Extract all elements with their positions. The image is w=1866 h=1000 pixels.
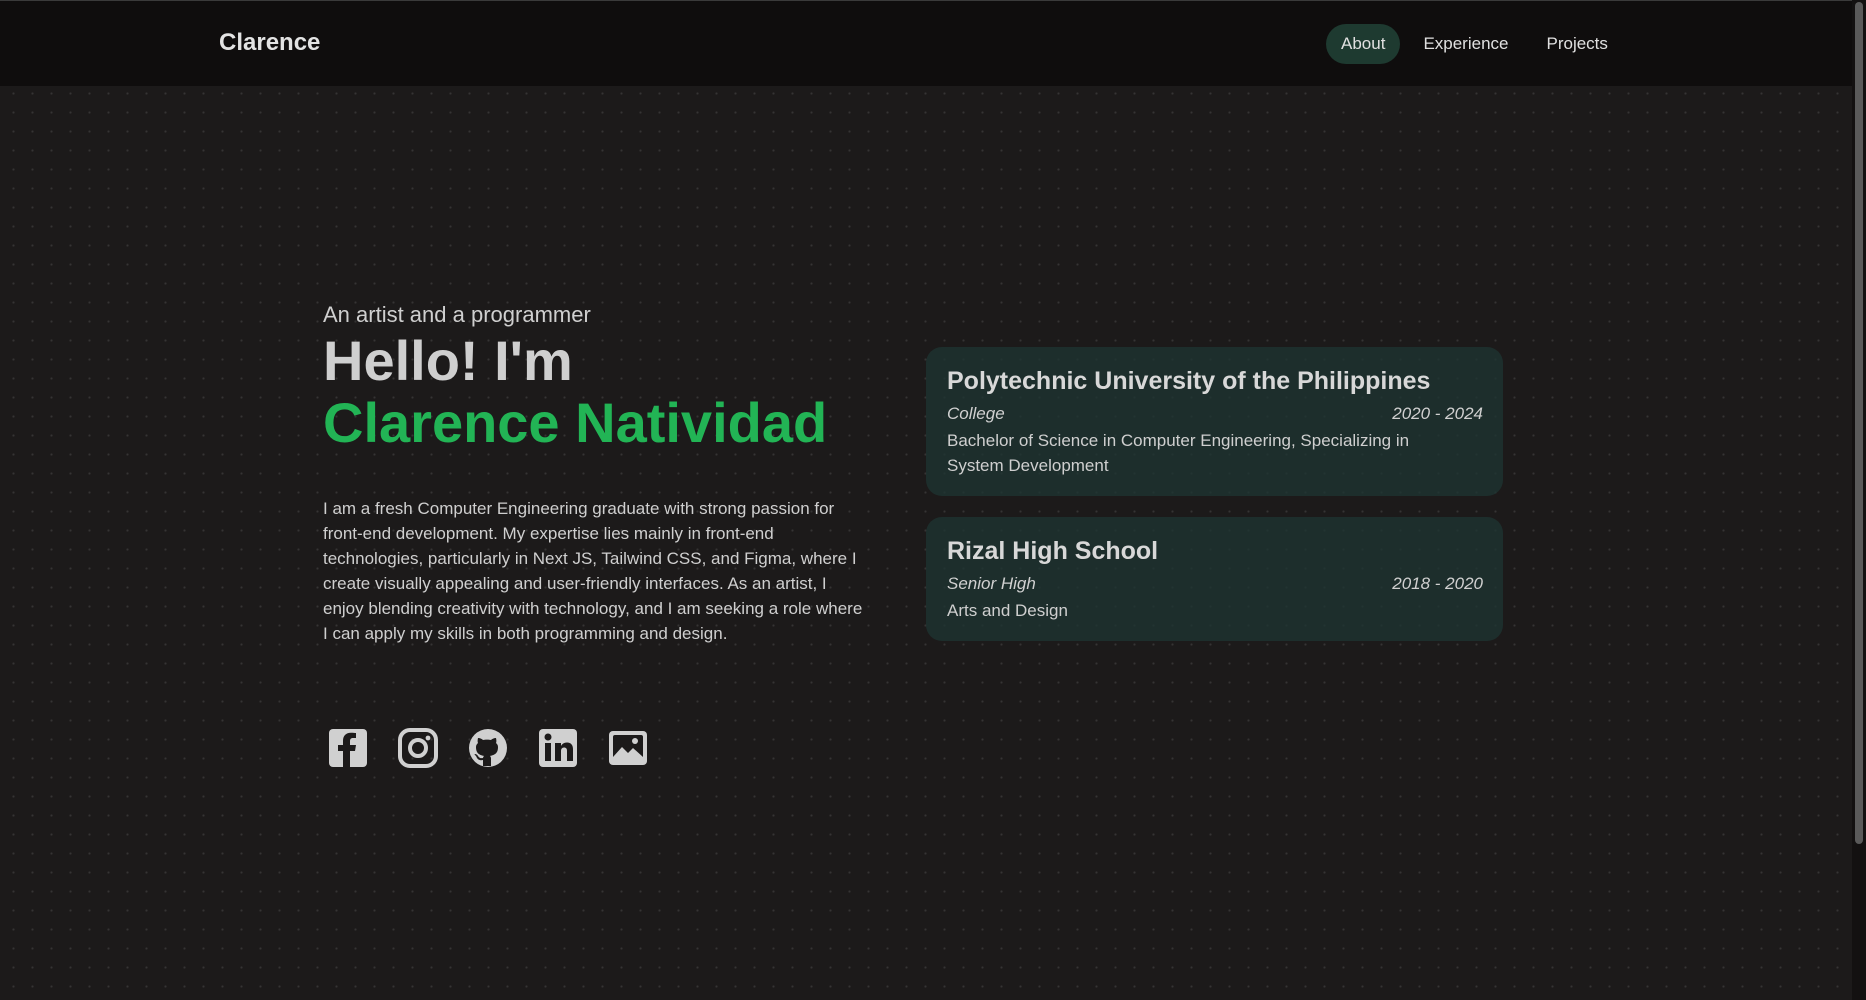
- main-nav: About Experience Projects: [1326, 24, 1623, 64]
- education-meta: Senior High 2018 - 2020: [947, 574, 1483, 594]
- github-icon: [469, 729, 507, 767]
- hero-name: Clarence Natividad: [323, 391, 828, 454]
- facebook-link[interactable]: [327, 726, 369, 770]
- education-description: Arts and Design: [947, 601, 1068, 620]
- hero-bio: I am a fresh Computer Engineering gradua…: [323, 499, 863, 643]
- education-card: Polytechnic University of the Philippine…: [926, 347, 1503, 496]
- scrollbar-thumb[interactable]: [1855, 2, 1863, 844]
- github-link[interactable]: [467, 726, 509, 770]
- facebook-icon: [329, 729, 367, 767]
- top-navbar: Clarence About Experience Projects: [0, 0, 1852, 86]
- brand-logo[interactable]: Clarence: [219, 29, 320, 57]
- gallery-link[interactable]: [607, 726, 649, 770]
- education-years: 2018 - 2020: [1392, 574, 1483, 593]
- education-years: 2020 - 2024: [1392, 404, 1483, 423]
- education-description: Bachelor of Science in Computer Engineer…: [947, 431, 1410, 475]
- education-card: Rizal High School Senior High 2018 - 202…: [926, 517, 1503, 641]
- hero-section: An artist and a programmer Hello! I'm Cl…: [323, 302, 883, 646]
- hero-greeting: Hello! I'm: [323, 329, 573, 392]
- instagram-link[interactable]: [397, 726, 439, 770]
- hero-tagline: An artist and a programmer: [323, 302, 591, 327]
- education-school: Polytechnic University of the Philippine…: [947, 367, 1431, 395]
- gallery-icon: [609, 731, 647, 765]
- linkedin-link[interactable]: [537, 726, 579, 770]
- linkedin-icon: [539, 729, 577, 767]
- social-links: [327, 726, 649, 770]
- nav-projects[interactable]: Projects: [1532, 24, 1623, 64]
- page-scrollbar[interactable]: [1852, 0, 1866, 1000]
- nav-experience[interactable]: Experience: [1408, 24, 1523, 64]
- education-level: Senior High: [947, 574, 1036, 593]
- education-meta: College 2020 - 2024: [947, 404, 1483, 424]
- education-school: Rizal High School: [947, 537, 1159, 565]
- instagram-icon: [398, 728, 438, 768]
- education-level: College: [947, 404, 1005, 423]
- nav-about[interactable]: About: [1326, 24, 1401, 64]
